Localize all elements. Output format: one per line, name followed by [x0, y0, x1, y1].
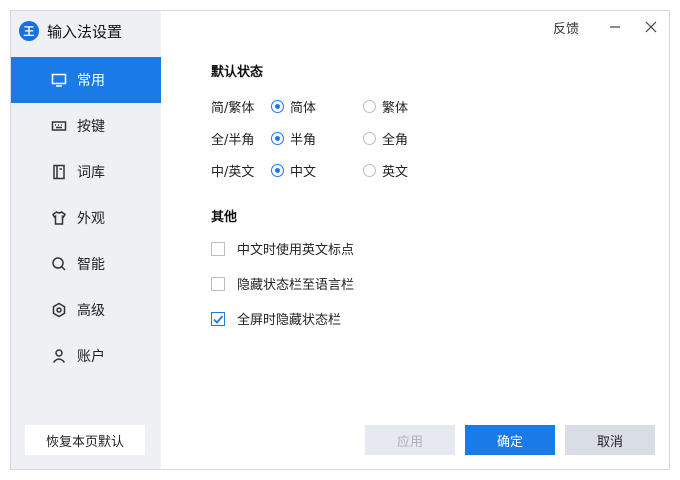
- sidebar: 王 输入法设置 常用 按键 词库 外观 智能 高级 账户 恢复本页默认: [11, 11, 161, 469]
- setting-row-language: 中/英文 中文 英文: [211, 154, 455, 186]
- checkbox-english-punctuation[interactable]: 中文时使用英文标点: [211, 231, 455, 266]
- radio-label: 简体: [290, 100, 317, 116]
- radio-indicator: [363, 163, 376, 177]
- setting-row-width: 全/半角 半角 全角: [211, 122, 455, 154]
- restore-defaults-button[interactable]: 恢复本页默认: [25, 425, 145, 455]
- hexagon-icon: [51, 302, 67, 318]
- sidebar-item-label: 外观: [77, 211, 105, 227]
- sidebar-item-label: 账户: [77, 349, 105, 365]
- radio-english[interactable]: 英文: [363, 161, 455, 180]
- sidebar-item-label: 按键: [77, 119, 105, 135]
- setting-row-traditional: 简/繁体 简体 繁体: [211, 90, 455, 122]
- radio-half-width[interactable]: 半角: [271, 129, 363, 148]
- feedback-link[interactable]: 反馈: [553, 18, 579, 37]
- radio-indicator: [271, 163, 284, 177]
- radio-label: 繁体: [382, 100, 409, 116]
- book-icon: [51, 164, 67, 180]
- checkbox-label: 隐藏状态栏至语言栏: [237, 278, 355, 293]
- radio-indicator: [271, 99, 284, 113]
- close-icon: [645, 21, 657, 33]
- radio-label: 中文: [290, 164, 317, 180]
- app-logo-icon: 王: [19, 21, 39, 41]
- settings-content: 默认状态 简/繁体 简体 繁体 全/半角 半角 全角 中/英文 中文 英文 其他…: [211, 61, 455, 336]
- section-title-default-state: 默认状态: [211, 65, 264, 80]
- setting-label: 简/繁体: [211, 100, 255, 116]
- sidebar-item-keys[interactable]: 按键: [11, 103, 161, 149]
- radio-simplified[interactable]: 简体: [271, 97, 363, 116]
- radio-indicator: [363, 99, 376, 113]
- minimize-button[interactable]: [597, 11, 633, 43]
- checkbox-indicator: [211, 241, 225, 256]
- sidebar-item-label: 词库: [77, 165, 105, 181]
- sidebar-item-smart[interactable]: 智能: [11, 241, 161, 287]
- sidebar-item-appearance[interactable]: 外观: [11, 195, 161, 241]
- radio-label: 英文: [382, 164, 409, 180]
- checkbox-indicator: [211, 311, 225, 326]
- checkmark-icon: [213, 314, 224, 324]
- checkbox-hide-to-language-bar[interactable]: 隐藏状态栏至语言栏: [211, 266, 455, 301]
- settings-window: 王 输入法设置 常用 按键 词库 外观 智能 高级 账户 恢复本页默认 反馈 默…: [10, 10, 670, 470]
- radio-indicator: [271, 131, 284, 145]
- cancel-button[interactable]: 取消: [565, 425, 655, 455]
- apply-button[interactable]: 应用: [365, 425, 455, 455]
- user-icon: [51, 348, 67, 364]
- minimize-icon: [610, 26, 620, 28]
- radio-full-width[interactable]: 全角: [363, 129, 455, 148]
- shirt-icon: [51, 210, 67, 226]
- ok-button[interactable]: 确定: [465, 425, 555, 455]
- search-icon: [51, 256, 67, 272]
- checkbox-label: 中文时使用英文标点: [237, 243, 355, 258]
- sidebar-item-dictionary[interactable]: 词库: [11, 149, 161, 195]
- setting-label: 全/半角: [211, 132, 255, 148]
- setting-label: 中/英文: [211, 164, 255, 180]
- sidebar-item-label: 智能: [77, 257, 105, 273]
- title-area: 王 输入法设置: [11, 11, 161, 51]
- radio-chinese[interactable]: 中文: [271, 161, 363, 180]
- sidebar-item-common[interactable]: 常用: [11, 57, 161, 103]
- radio-label: 半角: [290, 132, 317, 148]
- checkbox-label: 全屏时隐藏状态栏: [237, 313, 342, 328]
- checkbox-indicator: [211, 276, 225, 291]
- sidebar-item-label: 高级: [77, 303, 105, 319]
- sidebar-item-account[interactable]: 账户: [11, 333, 161, 379]
- sidebar-item-label: 常用: [77, 73, 105, 89]
- radio-indicator: [363, 131, 376, 145]
- radio-traditional[interactable]: 繁体: [363, 97, 455, 116]
- radio-label: 全角: [382, 132, 409, 148]
- window-controls: 反馈: [553, 11, 669, 43]
- checkbox-hide-fullscreen[interactable]: 全屏时隐藏状态栏: [211, 301, 455, 336]
- section-title-other: 其他: [211, 210, 238, 225]
- sidebar-item-advanced[interactable]: 高级: [11, 287, 161, 333]
- sidebar-nav: 常用 按键 词库 外观 智能 高级 账户: [11, 57, 161, 379]
- keyboard-icon: [51, 118, 67, 134]
- monitor-icon: [51, 72, 67, 88]
- window-title: 输入法设置: [47, 22, 123, 41]
- close-button[interactable]: [633, 11, 669, 43]
